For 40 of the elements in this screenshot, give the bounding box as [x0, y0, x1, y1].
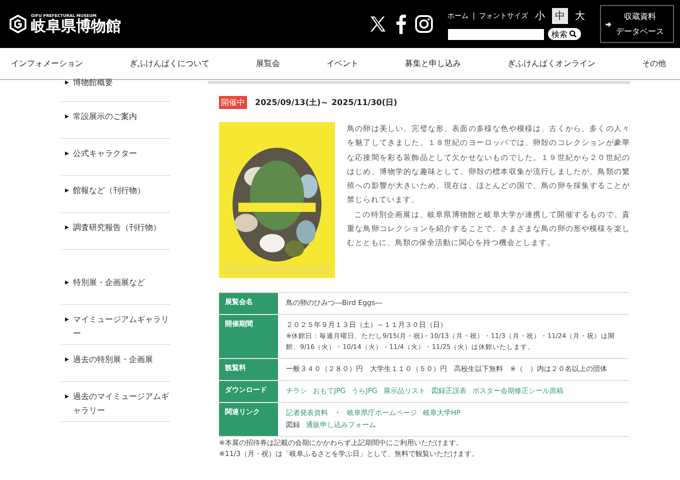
- nav-item[interactable]: ぎふけんぱくオンライン: [508, 58, 596, 69]
- search-button[interactable]: 検索: [548, 28, 581, 40]
- triangle-icon: [65, 114, 69, 119]
- nav-item[interactable]: インフォメーション: [11, 58, 83, 69]
- search-icon[interactable]: [568, 30, 577, 38]
- triangle-icon: [65, 280, 69, 285]
- triangle-icon: [65, 357, 69, 362]
- triangle-icon: [65, 317, 69, 322]
- triangle-icon: [65, 188, 69, 193]
- font-size-button[interactable]: 中: [552, 8, 568, 24]
- sidebar-link[interactable]: 過去のマイミュージアムギャラリー: [73, 390, 170, 418]
- sidebar-link[interactable]: マイミュージアムギャラリー: [73, 313, 170, 341]
- triangle-icon: [65, 80, 69, 85]
- nav-item[interactable]: その他: [642, 58, 666, 69]
- search-field[interactable]: [448, 28, 544, 40]
- arrow-icon: [605, 20, 612, 28]
- database-button[interactable]: 収蔵資料 データベース: [600, 5, 674, 43]
- logo-icon[interactable]: [8, 13, 28, 35]
- sidebar-link[interactable]: 博物館概要: [73, 76, 113, 90]
- triangle-icon: [65, 225, 69, 230]
- camera-icon[interactable]: [414, 14, 434, 34]
- x-icon[interactable]: [368, 14, 388, 34]
- triangle-icon: [65, 394, 69, 399]
- sidebar-link[interactable]: 特別展・企画展など: [73, 276, 145, 290]
- triangle-icon: [65, 151, 69, 156]
- nav-item[interactable]: 募集と申し込み: [405, 58, 461, 69]
- font-size-button[interactable]: 小: [532, 8, 548, 24]
- f-icon[interactable]: [394, 14, 407, 34]
- font-size-button[interactable]: 大: [572, 8, 588, 24]
- sidebar-link[interactable]: 公式キャラクター: [73, 147, 137, 161]
- sidebar-link[interactable]: 調査研究報告（刊行物）: [73, 221, 161, 235]
- status-badge: 開催中: [219, 96, 247, 109]
- sidebar-link[interactable]: 常設展示のご案内: [73, 110, 137, 124]
- sidebar-link[interactable]: 過去の特別展・企画展: [73, 353, 153, 367]
- sidebar-link[interactable]: 館報など（刊行物）: [73, 184, 145, 198]
- nav-item[interactable]: イベント: [326, 58, 358, 69]
- nav-item[interactable]: 展覧会: [256, 58, 280, 69]
- exhibit-dates: 2025/09/13(土)～ 2025/11/30(日): [255, 97, 398, 108]
- logo-title[interactable]: 岐阜県博物館: [31, 18, 121, 35]
- nav-item[interactable]: ぎふけんぱくについて: [130, 58, 210, 69]
